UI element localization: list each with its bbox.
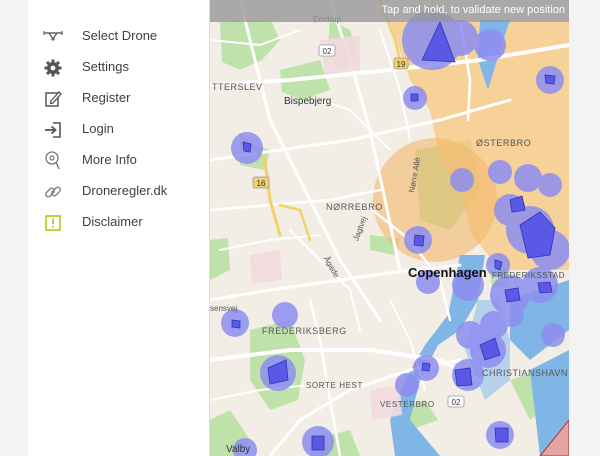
banner-text: Tap and hold, to validate new position <box>381 4 565 16</box>
menu-item-label: Disclaimer <box>82 214 143 229</box>
left-frame <box>0 0 28 456</box>
label-copenhagen: Copenhagen <box>408 265 487 280</box>
link-icon <box>42 182 64 202</box>
road-badge-02-top: 02 <box>318 44 336 57</box>
edit-icon <box>42 89 64 109</box>
menu-item-more-info[interactable]: More Info <box>28 147 209 175</box>
svg-text:19: 19 <box>397 60 406 69</box>
label-norrebro: NØRREBRO <box>326 202 383 212</box>
label-frederiksstad: FREDERIKSSTAD <box>492 271 565 280</box>
label-vesterbro: VESTERBRO <box>380 400 435 409</box>
label-frederiksberg: FREDERIKSBERG <box>262 326 347 336</box>
label-bispebjerg: Bispebjerg <box>284 96 331 107</box>
airport-circle-zone <box>373 138 497 262</box>
menu-item-label: Droneregler.dk <box>82 183 168 198</box>
svg-text:02: 02 <box>323 47 332 56</box>
label-christianshavn: CHRISTIANSHAVN <box>482 368 568 378</box>
road-badge-02-bottom: 02 <box>447 395 465 408</box>
svg-text:02: 02 <box>452 398 461 407</box>
menu-item-label: More Info <box>82 152 137 167</box>
menu-item-disclaimer[interactable]: Disclaimer <box>28 209 209 237</box>
login-icon <box>42 120 64 140</box>
right-frame <box>569 0 600 456</box>
menu-item-label: Register <box>82 90 131 105</box>
label-sensvej: sensvej <box>210 304 237 313</box>
label-sorte-hest: SORTE HEST <box>306 381 363 390</box>
label-ttersslev: TTERSLEV <box>212 82 263 92</box>
svg-text:16: 16 <box>257 179 266 188</box>
road-badge-16: 16 <box>252 176 270 189</box>
warning-icon <box>42 213 64 233</box>
menu-item-droneregler[interactable]: Droneregler.dk <box>28 178 209 206</box>
menu-item-label: Settings <box>82 59 129 74</box>
menu-item-select-drone[interactable]: Select Drone <box>28 23 209 51</box>
drone-icon <box>42 27 64 47</box>
road-badge-19: 19 <box>393 57 409 70</box>
map-view[interactable]: 02 19 16 02 Emdrup TTERSLEV Bispebjerg Ø… <box>210 0 569 456</box>
gear-icon <box>42 58 64 78</box>
side-menu: Select Drone Settings Register Login Mor… <box>28 0 210 456</box>
menu-item-label: Login <box>82 121 114 136</box>
label-osterbro: ØSTERBRO <box>476 138 531 148</box>
menu-item-settings[interactable]: Settings <box>28 54 209 82</box>
label-valby: Valby <box>226 444 250 455</box>
info-icon <box>42 151 64 171</box>
menu-item-login[interactable]: Login <box>28 116 209 144</box>
menu-item-register[interactable]: Register <box>28 85 209 113</box>
position-hint-banner: Tap and hold, to validate new position <box>210 0 569 22</box>
menu-item-label: Select Drone <box>82 28 158 43</box>
